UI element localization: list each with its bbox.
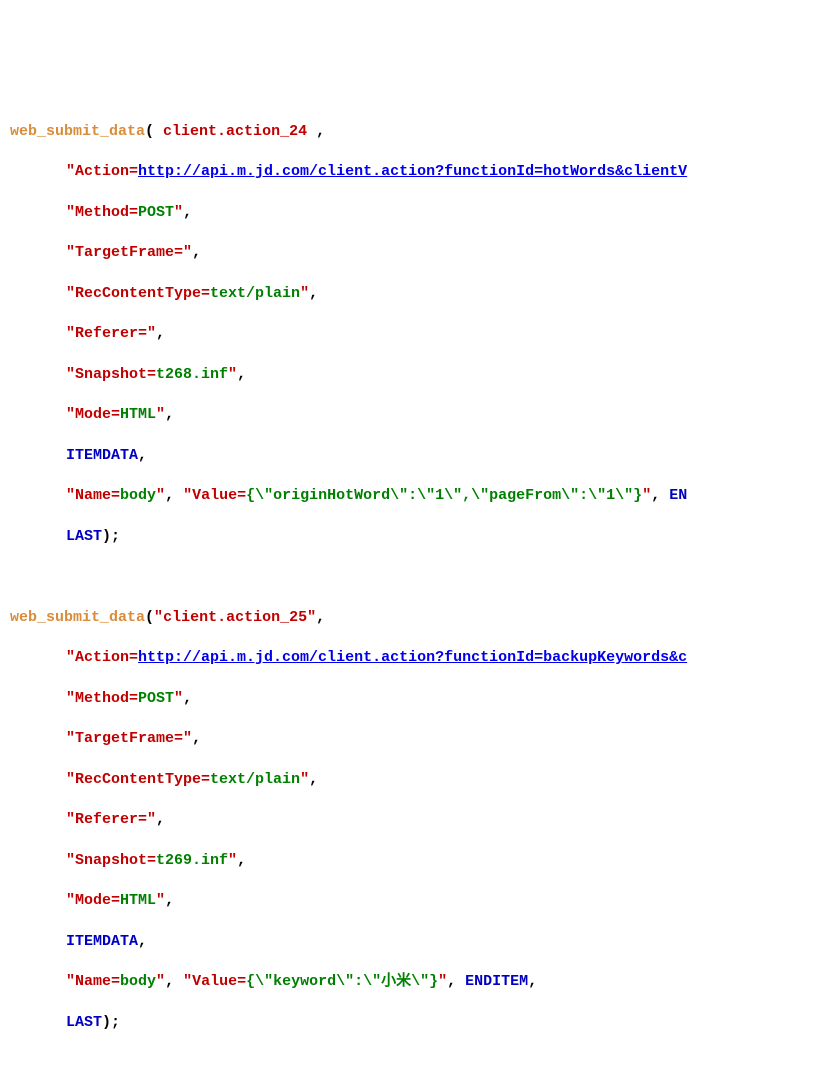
code-line: "Referer=", xyxy=(0,810,815,830)
param-value: {\"keyword\":\"小米\"} xyxy=(246,973,438,990)
code-line: web_submit_data("client.action_25", xyxy=(0,608,815,628)
code-line: "Name=body", "Value={\"keyword\":\"小米\"}… xyxy=(0,972,815,992)
param-value: body xyxy=(120,973,156,990)
code-line: LAST); xyxy=(0,527,815,547)
code-line: "TargetFrame=", xyxy=(0,729,815,749)
param-key: Action= xyxy=(75,649,138,666)
param-key: Value= xyxy=(192,973,246,990)
param-key: RecContentType= xyxy=(75,771,210,788)
param-key: Name= xyxy=(75,973,120,990)
param-value: HTML xyxy=(120,892,156,909)
param-key: Method= xyxy=(75,204,138,221)
code-line: LAST); xyxy=(0,1013,815,1033)
code-line: "Action=http://api.m.jd.com/client.actio… xyxy=(0,162,815,182)
keyword: LAST xyxy=(66,1014,102,1031)
param-value: t269.inf xyxy=(156,852,228,869)
keyword: ITEMDATA xyxy=(66,933,138,950)
param-value: POST xyxy=(138,690,174,707)
code-line: web_submit_data( client.action_24 , xyxy=(0,122,815,142)
code-line: "Name=body", "Value={\"originHotWord\":\… xyxy=(0,486,815,506)
code-line: "RecContentType=text/plain", xyxy=(0,770,815,790)
param-key: Mode= xyxy=(75,892,120,909)
blank-line xyxy=(0,567,815,587)
param-key: TargetFrame= xyxy=(75,244,183,261)
code-line: "Mode=HTML", xyxy=(0,891,815,911)
keyword: ITEMDATA xyxy=(66,447,138,464)
param-key: Mode= xyxy=(75,406,120,423)
url-link[interactable]: http://api.m.jd.com/client.action?functi… xyxy=(138,163,687,180)
param-key: Referer= xyxy=(75,811,147,828)
param-value: text/plain xyxy=(210,285,300,302)
url-link[interactable]: http://api.m.jd.com/client.action?functi… xyxy=(138,649,687,666)
param-key: Value= xyxy=(192,487,246,504)
param-value: body xyxy=(120,487,156,504)
code-line: "Snapshot=t268.inf", xyxy=(0,365,815,385)
keyword-truncated: EN xyxy=(669,487,687,504)
param-key: Referer= xyxy=(75,325,147,342)
code-line: ITEMDATA, xyxy=(0,932,815,952)
param-key: Action= xyxy=(75,163,138,180)
code-line: "Mode=HTML", xyxy=(0,405,815,425)
code-line: ITEMDATA, xyxy=(0,446,815,466)
code-line: "Method=POST", xyxy=(0,203,815,223)
param-value: POST xyxy=(138,204,174,221)
param-key: Name= xyxy=(75,487,120,504)
param-key: TargetFrame= xyxy=(75,730,183,747)
code-block: web_submit_data( client.action_24 , "Act… xyxy=(0,81,815,1053)
param-value: HTML xyxy=(120,406,156,423)
code-line: "RecContentType=text/plain", xyxy=(0,284,815,304)
code-line: "Action=http://api.m.jd.com/client.actio… xyxy=(0,648,815,668)
param-value: {\"originHotWord\":\"1\",\"pageFrom\":\"… xyxy=(246,487,642,504)
keyword: LAST xyxy=(66,528,102,545)
code-line: "Snapshot=t269.inf", xyxy=(0,851,815,871)
code-line: "Method=POST", xyxy=(0,689,815,709)
param-key: Snapshot= xyxy=(75,366,156,383)
code-line: "TargetFrame=", xyxy=(0,243,815,263)
string-arg: client.action_25 xyxy=(163,609,307,626)
keyword: ENDITEM xyxy=(465,973,528,990)
param-key: Method= xyxy=(75,690,138,707)
function-name: web_submit_data xyxy=(10,609,145,626)
function-name: web_submit_data xyxy=(10,123,145,140)
param-value: text/plain xyxy=(210,771,300,788)
param-value: t268.inf xyxy=(156,366,228,383)
string-arg: client.action_24 xyxy=(163,123,307,140)
code-line: "Referer=", xyxy=(0,324,815,344)
param-key: RecContentType= xyxy=(75,285,210,302)
param-key: Snapshot= xyxy=(75,852,156,869)
